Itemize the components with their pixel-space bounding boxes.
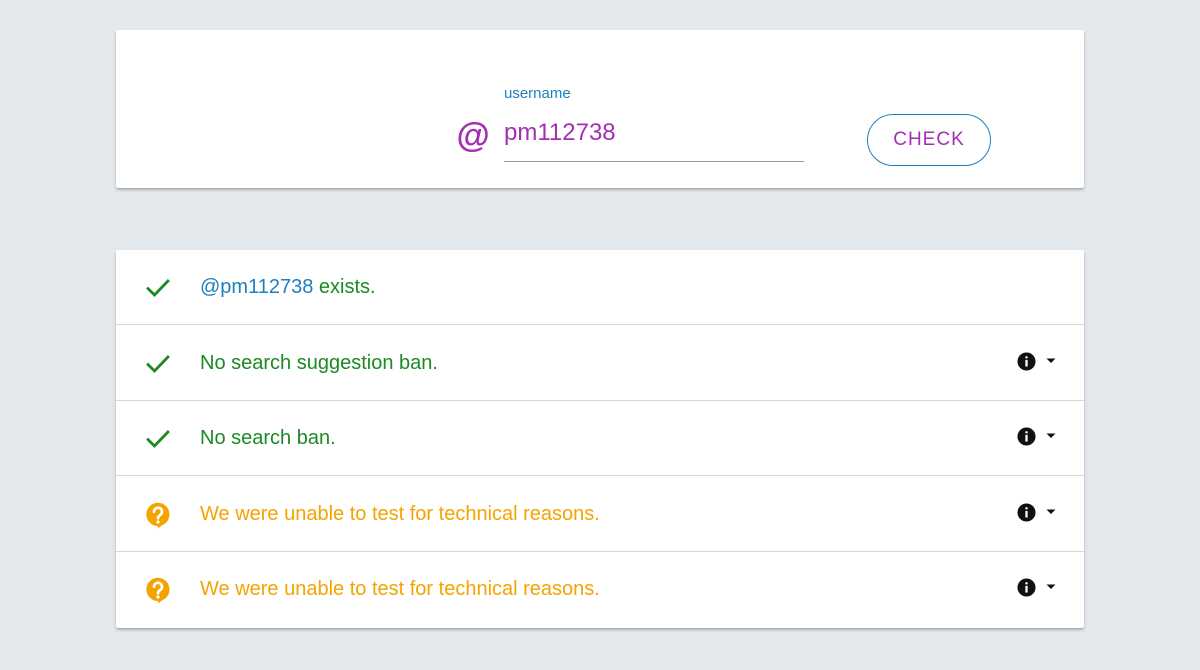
caret-down-icon[interactable] (1045, 432, 1057, 440)
result-message: We were unable to test for technical rea… (200, 578, 600, 601)
checkmark-icon (146, 430, 170, 449)
results-card: @pm112738 exists. No search suggestion ba… (116, 250, 1084, 628)
result-message: No search ban. (200, 427, 336, 450)
at-sign-icon: @ (456, 117, 490, 155)
result-row[interactable]: No search suggestion ban. (116, 326, 1084, 401)
result-text: @pm112738 exists. (200, 275, 376, 299)
result-handle: @pm112738 (200, 276, 314, 298)
info-icon[interactable] (1017, 503, 1036, 522)
checkmark-icon (146, 354, 170, 373)
info-icon[interactable] (1017, 427, 1036, 446)
username-label: username (504, 85, 571, 102)
checkmark-icon (146, 279, 170, 298)
result-row[interactable]: We were unable to test for technical rea… (116, 477, 1084, 552)
username-input[interactable] (504, 116, 804, 162)
info-icon[interactable] (1017, 578, 1036, 597)
caret-down-icon[interactable] (1045, 583, 1057, 591)
result-row[interactable]: We were unable to test for technical rea… (116, 552, 1084, 627)
result-text: We were unable to test for technical rea… (200, 577, 600, 601)
result-text: No search ban. (200, 426, 336, 450)
result-message: exists. (313, 276, 376, 298)
search-card: @ username CHECK (116, 30, 1084, 188)
result-text: No search suggestion ban. (200, 351, 438, 375)
info-icon[interactable] (1017, 352, 1036, 371)
result-message: We were unable to test for technical rea… (200, 502, 600, 525)
question-bubble-icon (146, 578, 170, 604)
caret-down-icon[interactable] (1045, 357, 1057, 365)
check-button[interactable]: CHECK (867, 114, 991, 166)
result-text: We were unable to test for technical rea… (200, 502, 600, 526)
result-row: @pm112738 exists. (116, 250, 1084, 325)
caret-down-icon[interactable] (1045, 508, 1057, 516)
question-bubble-icon (146, 502, 170, 529)
result-row[interactable]: No search ban. (116, 401, 1084, 477)
result-message: No search suggestion ban. (200, 351, 438, 374)
